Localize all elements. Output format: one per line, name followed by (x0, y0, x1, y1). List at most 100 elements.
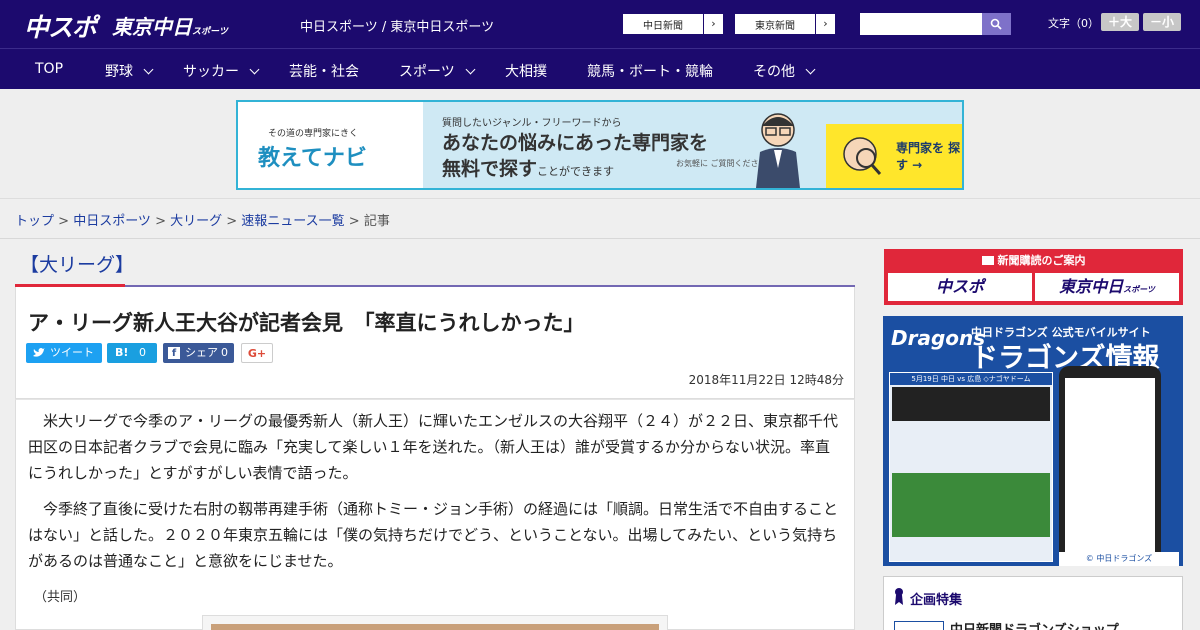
hatena-icon: B! (115, 346, 129, 359)
nav-item-racing[interactable]: 競馬・ボート・競輪 (587, 61, 713, 81)
nav-label: スポーツ (399, 64, 455, 80)
facebook-share-count: 0 (221, 346, 228, 359)
nav-label: その他 (753, 64, 795, 80)
font-size-label: 文字（0） (1048, 17, 1099, 30)
article-photo[interactable] (202, 615, 668, 630)
facebook-share-button[interactable]: f シェア 0 (163, 343, 234, 363)
hatena-bookmark-button[interactable]: B! 0 (107, 343, 157, 363)
breadcrumb-sep: > (150, 214, 171, 229)
category-label: 【大リーグ】 (20, 254, 135, 276)
dragons-mobile-ad[interactable]: Dragons 中日ドラゴンズ 公式モバイルサイト ドラゴンズ情報 5月19日 … (883, 316, 1183, 566)
main-nav: TOP 野球 サッカー 芸能・社会 スポーツ 大相撲 競馬・ボート・競輪 その他 (0, 48, 1200, 89)
nav-item-baseball[interactable]: 野球 (105, 61, 154, 81)
subscription-title: 新聞購読のご案内 (884, 252, 1183, 268)
nav-item-sumo[interactable]: 大相撲 (505, 61, 547, 81)
subscribe-tokyo-small: スポーツ (1123, 285, 1155, 294)
breadcrumb-top[interactable]: トップ (15, 214, 54, 229)
scoreboard (892, 387, 1050, 421)
dragons-score-screen: 5月19日 中日 vs 広島 ◇ナゴヤドーム (889, 372, 1053, 562)
article-paragraph: 今季終了直後に受けた右肘の靱帯再建手術（通称トミー・ジョン手術）の経過には「順調… (28, 500, 839, 570)
photo-image (211, 624, 659, 630)
banner-line3: 無料で探すことができます (442, 154, 614, 181)
chevron-right-icon: › (815, 14, 835, 34)
banner-logo-panel: その道の専門家にきく 教えてナビ (238, 102, 423, 188)
subscribe-tokyo-logo[interactable]: 東京中日スポーツ (1035, 273, 1179, 301)
nav-label: 大相撲 (505, 64, 547, 80)
font-larger-button[interactable]: ＋大 (1101, 13, 1139, 31)
nav-label: 競馬・ボート・競輪 (587, 64, 713, 80)
tokyo-shinbun-button[interactable]: 東京新聞 › (734, 13, 836, 35)
subscribe-chuspo-logo[interactable]: 中スポ (888, 273, 1032, 301)
nav-item-entertainment[interactable]: 芸能・社会 (289, 61, 359, 81)
breadcrumb-mlb[interactable]: 大リーグ (170, 214, 222, 229)
google-plus-button[interactable]: G+ (241, 343, 273, 363)
banner-line3-tail: ことができます (537, 165, 615, 178)
nav-item-soccer[interactable]: サッカー (183, 61, 260, 81)
search-button[interactable] (982, 13, 1011, 35)
chunichi-shinbun-button[interactable]: 中日新聞 › (622, 13, 724, 35)
search-icon (990, 18, 1002, 30)
kikaku-box: 企画特集 中日新聞ドラゴンズショップ (883, 576, 1183, 630)
breadcrumb-chuspo[interactable]: 中日スポーツ (73, 214, 151, 229)
banner-line2: あなたの悩みにあった専門家を (442, 132, 709, 154)
nav-label: TOP (35, 61, 64, 77)
subscription-title-text: 新聞購読のご案内 (997, 254, 1086, 267)
nav-label: 芸能・社会 (289, 64, 359, 80)
article-paragraph: 米大リーグで今季のア・リーグの最優秀新人（新人王）に輝いたエンゼルスの大谷翔平（… (28, 412, 839, 482)
font-smaller-button[interactable]: －小 (1143, 13, 1181, 31)
nav-item-other[interactable]: その他 (753, 61, 816, 81)
breadcrumb-news[interactable]: 速報ニュース一覧 (241, 214, 344, 229)
phone-mockup (1059, 366, 1161, 564)
breadcrumb-sep: > (54, 214, 74, 229)
site-title[interactable]: 中日スポーツ / 東京中日スポーツ (300, 16, 494, 35)
chevron-down-icon (465, 64, 476, 75)
chuspo-logo[interactable]: 中スポ (24, 8, 97, 44)
nav-item-top[interactable]: TOP (35, 61, 63, 77)
divider (0, 238, 1200, 239)
oshiete-navi-banner[interactable]: その道の専門家にきく 教えてナビ 質問したいジャンル・フリーワードから あなたの… (236, 100, 964, 190)
expert-illustration-icon (756, 113, 800, 188)
chevron-right-icon: › (703, 14, 723, 34)
kikaku-title: 企画特集 (910, 593, 963, 608)
person-magnifier-icon (843, 137, 882, 175)
article-body: 米大リーグで今季のア・リーグの最優秀新人（新人王）に輝いたエンゼルスの大谷翔平（… (15, 399, 855, 630)
chevron-down-icon (249, 64, 260, 75)
breadcrumb: トップ > 中日スポーツ > 大リーグ > 速報ニュース一覧 > 記事 (15, 210, 390, 229)
baseball-field (892, 473, 1050, 537)
banner-cta-text: 専門家を 探す → (896, 141, 961, 172)
banner-cta[interactable]: 専門家を 探す → (826, 124, 962, 188)
tokyo-chunichi-logo-text: 東京中日 (112, 15, 192, 39)
twitter-icon (33, 348, 45, 357)
hatena-count: 0 (139, 346, 146, 359)
nav-label: サッカー (183, 64, 239, 80)
facebook-share-label: シェア (185, 346, 218, 359)
banner-line3-bold: 無料で探す (442, 158, 538, 180)
tokyo-chunichi-logo-small: スポーツ (192, 27, 228, 37)
banner-logo: 教えてナビ (258, 146, 367, 171)
chunichi-shinbun-label: 中日新聞 (643, 21, 683, 32)
tokyo-shinbun-label: 東京新聞 (755, 21, 795, 32)
article-headline: ア・リーグ新人王大谷が記者会見 「率直にうれしかった」 (28, 311, 585, 335)
nav-item-sports[interactable]: スポーツ (399, 61, 476, 81)
kikaku-thumb[interactable] (894, 621, 944, 630)
dragons-score-bar: 5月19日 中日 vs 広島 ◇ナゴヤドーム (890, 373, 1052, 385)
tweet-button[interactable]: ツイート (26, 343, 102, 363)
tweet-label: ツイート (50, 346, 94, 359)
ribbon-icon (895, 588, 903, 605)
chevron-down-icon (143, 64, 154, 75)
site-header: 中スポ 東京中日スポーツ 中日スポーツ / 東京中日スポーツ 中日新聞 › 東京… (0, 0, 1200, 48)
facebook-icon: f (168, 347, 180, 359)
banner-sub: その道の専門家にきく (268, 129, 359, 139)
article-header: ア・リーグ新人王大谷が記者会見 「率直にうれしかった」 ツイート B! 0 f … (15, 287, 855, 399)
nav-label: 野球 (105, 64, 133, 80)
kikaku-item[interactable]: 中日新聞ドラゴンズショップ (950, 619, 1119, 630)
ad-area: その道の専門家にきく 教えてナビ 質問したいジャンル・フリーワードから あなたの… (0, 89, 1200, 199)
chevron-down-icon (805, 64, 816, 75)
banner-line1: 質問したいジャンル・フリーワードから (442, 118, 622, 129)
breadcrumb-sep: > (344, 214, 364, 229)
subscription-box[interactable]: 新聞購読のご案内 中スポ 東京中日スポーツ (884, 249, 1183, 305)
breadcrumb-current: 記事 (363, 214, 390, 229)
search-input[interactable] (860, 13, 982, 35)
newspaper-icon (981, 256, 994, 265)
tokyo-chunichi-logo[interactable]: 東京中日スポーツ (112, 11, 228, 40)
